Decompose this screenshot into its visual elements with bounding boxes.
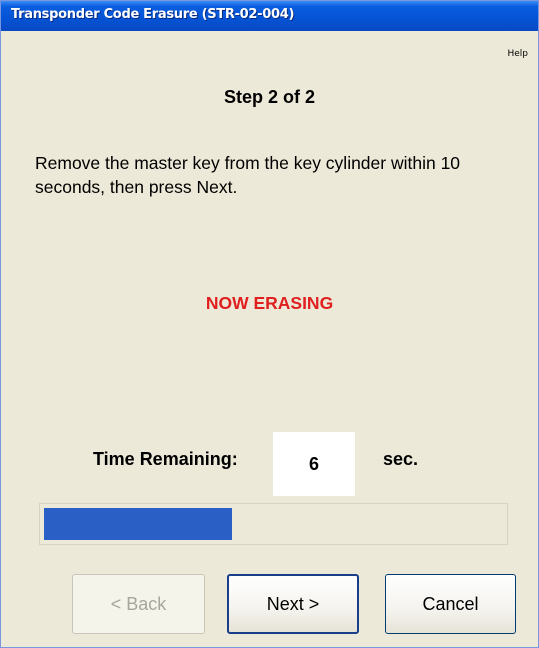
step-title: Step 2 of 2	[223, 87, 316, 107]
cancel-button[interactable]: Cancel	[385, 574, 516, 634]
time-remaining-value: 6	[273, 432, 355, 496]
progress-bar	[39, 503, 508, 545]
next-button[interactable]: Next >	[227, 574, 359, 634]
time-remaining-label: Time Remaining:	[93, 449, 238, 469]
progress-bar-fill	[44, 508, 232, 540]
menu-bar: Help	[1, 31, 538, 59]
instruction-text: Remove the master key from the key cylin…	[35, 153, 461, 197]
title-bar[interactable]: Transponder Code Erasure (STR-02-004)	[1, 1, 538, 31]
menu-item-help[interactable]: Help	[507, 49, 528, 59]
window-title: Transponder Code Erasure (STR-02-004)	[11, 7, 295, 22]
status-message: NOW ERASING	[205, 293, 334, 313]
dialog-window: Transponder Code Erasure (STR-02-004) He…	[0, 0, 539, 648]
back-button[interactable]: < Back	[72, 574, 205, 634]
time-unit-label: sec.	[383, 449, 419, 469]
